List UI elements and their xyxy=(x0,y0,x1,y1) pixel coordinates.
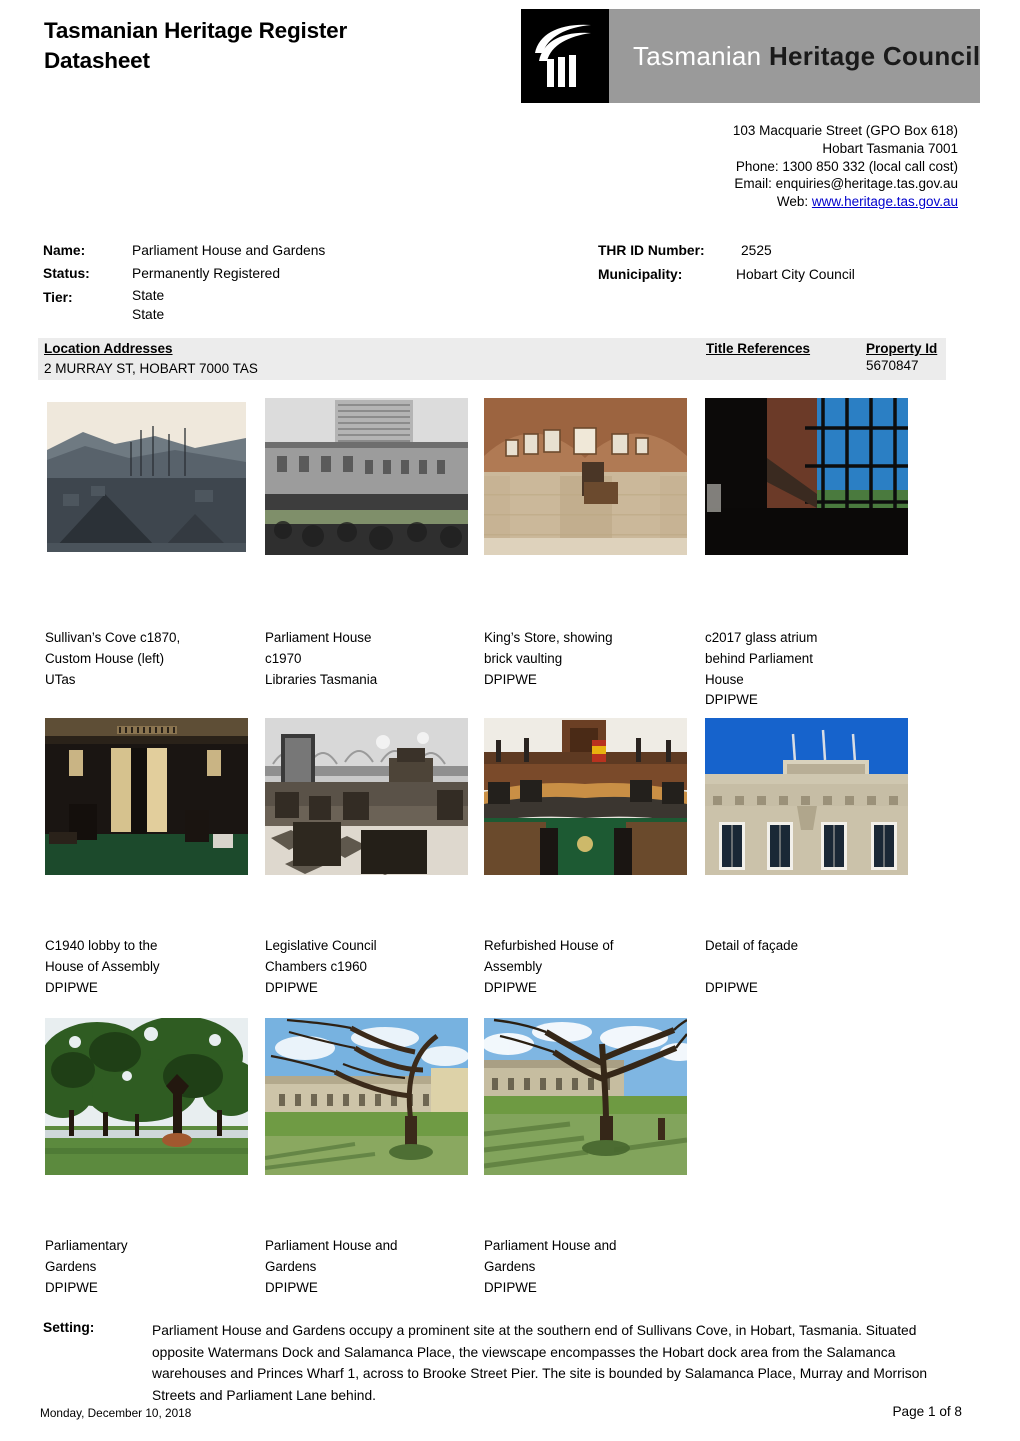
tier-value: State State xyxy=(132,288,165,322)
status-label: Status: xyxy=(43,266,90,281)
photo-cell: Sullivan’s Cove c1870, Custom House (lef… xyxy=(45,398,255,687)
photo-caption: Parliamentary Gardens DPIPWE xyxy=(45,1238,128,1295)
photo-cell: C1940 lobby to the House of Assembly DPI… xyxy=(45,718,255,995)
photo-caption: Parliament House and Gardens DPIPWE xyxy=(484,1238,617,1295)
name-label: Name: xyxy=(43,243,86,258)
setting-label: Setting: xyxy=(43,1320,95,1335)
property-id-value: 5670847 xyxy=(866,358,919,373)
municipality-label: Municipality: xyxy=(598,267,683,282)
parliament-house-and-gardens-photo-1 xyxy=(265,1018,468,1175)
photo-caption: Sullivan’s Cove c1870, Custom House (lef… xyxy=(45,630,181,687)
legislative-council-chambers-photo xyxy=(265,718,468,875)
parliament-house-and-gardens-photo-2 xyxy=(484,1018,687,1175)
photo-cell: Refurbished House of Assembly DPIPWE xyxy=(484,718,694,995)
photo-caption: Parliament House and Gardens DPIPWE xyxy=(265,1238,398,1295)
location-address-value: 2 MURRAY ST, HOBART 7000 TAS xyxy=(44,361,258,376)
location-addresses-header: Location Addresses xyxy=(44,341,173,356)
photo-cell: c2017 glass atrium behind Parliament Hou… xyxy=(705,398,915,707)
parliamentary-gardens-trees-photo xyxy=(45,1018,248,1175)
photo-caption: Legislative Council Chambers c1960 DPIPW… xyxy=(265,938,377,995)
tasmanian-heritage-council-logo: Tasmanian Heritage Council xyxy=(521,9,981,103)
photo-cell: King’s Store, showing brick vaulting DPI… xyxy=(484,398,694,687)
logo-wordmark: Tasmanian Heritage Council xyxy=(609,9,981,103)
logo-word-tasmanian: Tasmanian xyxy=(633,40,769,71)
photo-cell: Parliamentary Gardens DPIPWE xyxy=(45,1018,255,1295)
photo-cell: Legislative Council Chambers c1960 DPIPW… xyxy=(265,718,475,995)
photo-cell: Parliament House and Gardens DPIPWE xyxy=(265,1018,475,1295)
c1940-lobby-photo xyxy=(45,718,248,875)
contact-web-label: Web: xyxy=(776,194,812,210)
tier-label: Tier: xyxy=(43,290,73,305)
record-fields: Name: Parliament House and Gardens Statu… xyxy=(0,238,1020,328)
status-value: Permanently Registered xyxy=(132,266,281,281)
contact-address-line1: 103 Macquarie Street (GPO Box 618) xyxy=(732,123,958,138)
name-value: Parliament House and Gardens xyxy=(132,243,326,258)
contact-block: 103 Macquarie Street (GPO Box 618) Hobar… xyxy=(733,122,958,211)
property-id-header: Property Id xyxy=(866,341,938,356)
thr-id-label: THR ID Number: xyxy=(598,243,705,258)
sullivans-cove-historic-photo xyxy=(45,398,248,555)
contact-web: Web: www.heritage.tas.gov.au xyxy=(733,193,958,211)
contact-email: Email: enquiries@heritage.tas.gov.au xyxy=(734,176,958,192)
footer-page-number: Page 1 of 8 xyxy=(892,1404,962,1419)
facade-detail-photo xyxy=(705,718,908,875)
thr-id-value: 2525 xyxy=(741,243,772,258)
contact-address-line2: Hobart Tasmania 7001 xyxy=(822,140,958,156)
photo-cell: Detail of façade DPIPWE xyxy=(705,718,915,995)
contact-phone: Phone: 1300 850 332 (local call cost) xyxy=(735,158,958,174)
photo-cell: Parliament House and Gardens DPIPWE xyxy=(484,1018,694,1295)
photo-caption: Refurbished House of Assembly DPIPWE xyxy=(484,938,614,995)
refurbished-house-of-assembly-photo xyxy=(484,718,687,875)
footer-date: Monday, December 10, 2018 xyxy=(40,1406,192,1420)
photo-caption: Parliament House c1970 Libraries Tasmani… xyxy=(265,630,378,687)
logo-word-heritage-council: Heritage Council xyxy=(768,40,981,71)
photo-caption: King’s Store, showing brick vaulting DPI… xyxy=(484,630,613,687)
column-pillar-icon xyxy=(521,9,609,103)
page-title: Tasmanian Heritage Register Datasheet xyxy=(44,18,348,73)
kings-store-brick-vaulting-photo xyxy=(484,398,687,555)
photo-caption: c2017 glass atrium behind Parliament Hou… xyxy=(705,630,818,708)
title-references-header: Title References xyxy=(706,341,811,356)
page-header: Tasmanian Heritage Register Datasheet Ta… xyxy=(0,0,1020,110)
photo-caption: C1940 lobby to the House of Assembly DPI… xyxy=(45,938,160,995)
photo-caption: Detail of façade DPIPWE xyxy=(705,938,799,995)
photo-cell: Parliament House c1970 Libraries Tasmani… xyxy=(265,398,475,687)
parliament-house-c1970-photo xyxy=(265,398,468,555)
glass-atrium-photo xyxy=(705,398,908,555)
municipality-value: Hobart City Council xyxy=(736,267,855,282)
heritage-website-link[interactable]: www.heritage.tas.gov.au xyxy=(812,194,958,209)
setting-text: Parliament House and Gardens occupy a pr… xyxy=(152,1323,928,1403)
